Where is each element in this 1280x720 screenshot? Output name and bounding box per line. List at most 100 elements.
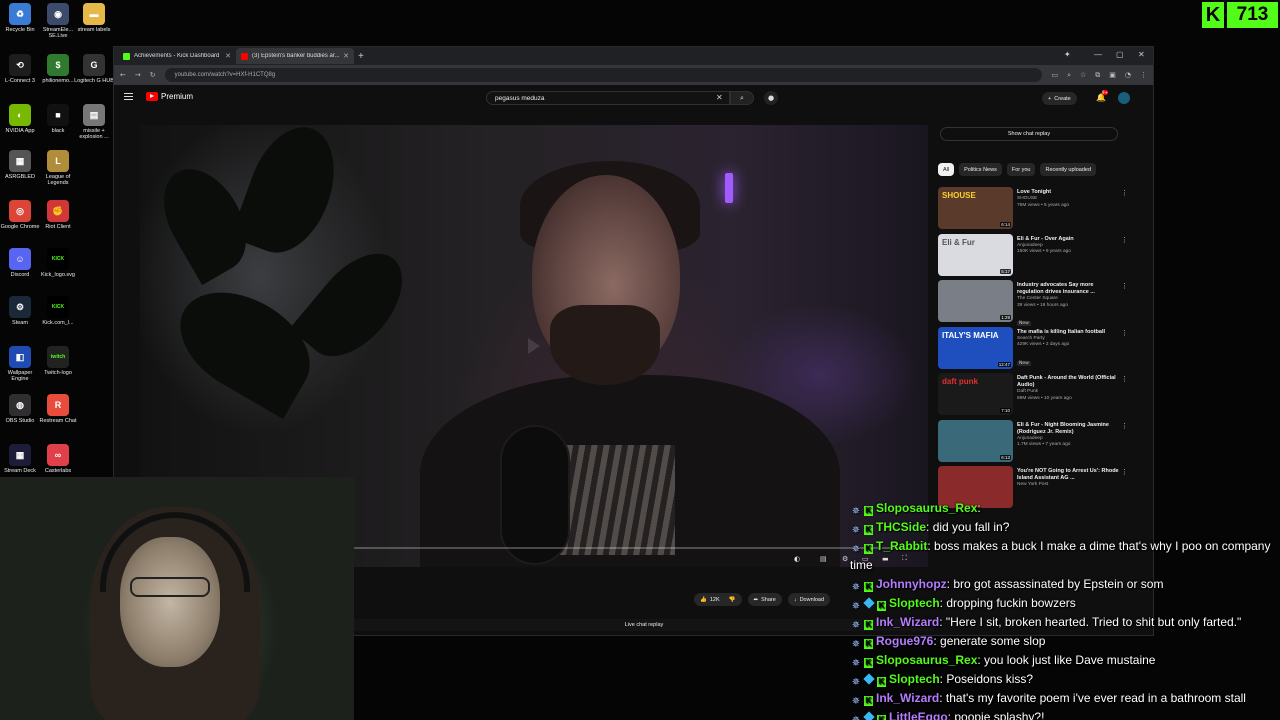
- thumbs-down-icon[interactable]: 👎: [729, 597, 736, 603]
- hamburger-menu-icon[interactable]: [124, 93, 133, 100]
- desktop-discord[interactable]: ☺ Discord: [0, 248, 40, 278]
- browser-menu-icon[interactable]: ⋮: [1140, 71, 1147, 79]
- video-thumbnail[interactable]: ITALY'S MAFIA 12:47: [938, 326, 1013, 369]
- notification-badge: 9+: [1102, 90, 1108, 95]
- plant-decoration: [289, 236, 421, 374]
- autoplay-toggle-icon[interactable]: ◐: [794, 555, 800, 563]
- search-input[interactable]: pegasus meduza: [486, 91, 730, 105]
- recommendation-item[interactable]: SHOUSE 6:14 Love Tonight SHOUSE 76M views • …: [938, 187, 1128, 234]
- close-window-icon[interactable]: ✕: [1138, 50, 1145, 59]
- video-title[interactable]: Eli & Fur - Over Again: [1017, 236, 1128, 243]
- close-tab-icon[interactable]: ✕: [343, 52, 349, 60]
- video-title[interactable]: The mafia is killing Italian football: [1017, 329, 1128, 336]
- chip-all[interactable]: All: [938, 163, 955, 176]
- desktop-nvidia[interactable]: ◐ NVIDIA App: [0, 104, 40, 134]
- thumbnail-text: daft punk: [942, 377, 978, 386]
- desktop-missile-file[interactable]: ▤ missile + explosion ...: [74, 104, 114, 140]
- desktop-streamelements[interactable]: ◉ StreamEle... SE.Live: [38, 3, 78, 39]
- recommendation-item[interactable]: ITALY'S MAFIA 12:47 The mafia is killing I…: [938, 326, 1128, 374]
- tab-youtube[interactable]: (3) Epstein's banker buddies ar... ✕: [236, 48, 354, 64]
- recommendation-item[interactable]: daft punk 7:10 Daft Punk - Around the Worl…: [938, 373, 1128, 420]
- chat-message: ✵ K THCSide: did you fall in?: [850, 518, 1280, 537]
- chip-politics-news[interactable]: Politics News: [959, 163, 1002, 176]
- desktop-wallpaper-engine[interactable]: ◧ Wallpaper Engine: [0, 346, 40, 382]
- url-field[interactable]: youtube.com/watch?v=HXf-H1CTQ8g: [164, 68, 1043, 82]
- minimize-icon[interactable]: —: [1094, 50, 1102, 59]
- desktop-league[interactable]: L League of Legends: [38, 150, 78, 186]
- tab-kick-dashboard[interactable]: Achievements - Kick Dashboard ✕: [118, 48, 236, 64]
- recommendation-item[interactable]: 1:29 Industry advocates Say more regulati…: [938, 280, 1128, 327]
- more-options-icon[interactable]: ⋮: [1121, 468, 1128, 476]
- recommendation-item[interactable]: 6:13 Eli & Fur - Night Blooming Jasmine (…: [938, 419, 1128, 467]
- new-tab-icon[interactable]: +: [358, 51, 364, 62]
- download-button[interactable]: ↓ Download: [787, 593, 831, 606]
- desktop-chrome[interactable]: ◎ Google Chrome: [0, 200, 40, 230]
- chip-recently-uploaded[interactable]: Recently uploaded: [1040, 163, 1097, 176]
- captions-icon[interactable]: ▤: [820, 555, 827, 563]
- clear-search-icon[interactable]: ✕: [716, 93, 723, 102]
- search-button[interactable]: ⌕: [730, 91, 754, 105]
- video-title[interactable]: Eli & Fur - Night Blooming Jasmine (Rodr…: [1017, 422, 1128, 436]
- close-tab-icon[interactable]: ✕: [225, 52, 231, 60]
- show-chat-replay-button[interactable]: Show chat replay: [940, 127, 1118, 141]
- video-title[interactable]: Love Tonight: [1017, 189, 1128, 196]
- back-icon[interactable]: ←: [120, 71, 126, 79]
- recommendation-item[interactable]: Eli & Fur 5:17 Eli & Fur - Over Again Anjun…: [938, 233, 1128, 281]
- like-button[interactable]: 👍 12K 👎: [694, 593, 742, 606]
- platform-badge-icon: ✵: [851, 506, 861, 517]
- play-icon[interactable]: [528, 338, 540, 354]
- maximize-icon[interactable]: ▢: [1116, 50, 1124, 59]
- more-options-icon[interactable]: ⋮: [1121, 375, 1128, 383]
- desktop-black-file[interactable]: ■ black: [38, 104, 78, 134]
- more-options-icon[interactable]: ⋮: [1121, 189, 1128, 197]
- streamelements-icon: ◉: [47, 3, 69, 25]
- desktop-app[interactable]: $ philionemo...: [38, 54, 78, 84]
- account-avatar[interactable]: [1118, 92, 1130, 104]
- desktop-icon-label: Logitech G HUB: [74, 78, 114, 84]
- video-thumbnail[interactable]: 1:29: [938, 280, 1013, 322]
- video-thumbnail[interactable]: Eli & Fur 5:17: [938, 233, 1013, 276]
- desktop-twitch-file[interactable]: twitch Twitch-logo: [38, 346, 78, 376]
- video-thumbnail[interactable]: 6:13: [938, 419, 1013, 462]
- video-title[interactable]: Daft Punk - Around the World (Official A…: [1017, 375, 1128, 389]
- youtube-logo[interactable]: Premium: [146, 92, 193, 101]
- desktop-stream-deck[interactable]: ▦ Stream Deck: [0, 444, 40, 474]
- desktop-steam[interactable]: ⚙ Steam: [0, 296, 40, 326]
- desktop-obs[interactable]: ◍ OBS Studio: [0, 394, 40, 424]
- video-thumbnail[interactable]: daft punk 7:10: [938, 373, 1013, 415]
- desktop-logitech[interactable]: G Logitech G HUB: [74, 54, 114, 84]
- live-chat-replay-bar[interactable]: Live chat replay: [354, 619, 934, 631]
- video-title[interactable]: Industry advocates Say more regulation d…: [1017, 282, 1128, 296]
- extension-icon[interactable]: ✦: [1064, 50, 1071, 59]
- more-options-icon[interactable]: ⋮: [1121, 236, 1128, 244]
- profile-icon[interactable]: ◔: [1125, 71, 1131, 79]
- settings-gear-icon[interactable]: ⚙: [842, 555, 848, 563]
- desktop-folder[interactable]: ▬ stream labels: [74, 3, 114, 33]
- cast-icon[interactable]: ▭: [1051, 71, 1058, 79]
- forward-icon[interactable]: →: [135, 71, 141, 79]
- desktop-kick-logo-file[interactable]: KICK Kick_logo.svg: [38, 248, 78, 278]
- chat-text: you look just like Dave mustaine: [984, 652, 1156, 667]
- more-options-icon[interactable]: ⋮: [1121, 282, 1128, 290]
- desktop-casterlabs[interactable]: ∞ Casterlabs: [38, 444, 78, 474]
- voice-search-button[interactable]: ●: [764, 91, 778, 105]
- more-options-icon[interactable]: ⋮: [1121, 329, 1128, 337]
- desktop-lconnect[interactable]: ⟲ L-Connect 3: [0, 54, 40, 84]
- desktop-restream[interactable]: R Restream Chat: [38, 394, 78, 424]
- desktop-riot[interactable]: ✊ Riot Client: [38, 200, 78, 230]
- more-options-icon[interactable]: ⋮: [1121, 422, 1128, 430]
- video-title[interactable]: You're NOT Going to Arrest Us': Rhode Is…: [1017, 468, 1128, 482]
- chip-for-you[interactable]: For you: [1006, 163, 1036, 176]
- create-button[interactable]: + Create: [1042, 92, 1077, 105]
- video-thumbnail[interactable]: SHOUSE 6:14: [938, 187, 1013, 229]
- desktop-kick-file[interactable]: KICK Kick.com_l...: [38, 296, 78, 326]
- desktop-recycle-bin[interactable]: ♻ Recycle Bin: [0, 3, 40, 33]
- sidebar-icon[interactable]: ▣: [1109, 71, 1116, 79]
- reload-icon[interactable]: ↻: [150, 71, 156, 79]
- share-button[interactable]: ➦ Share: [747, 593, 782, 606]
- desktop-asrgbled[interactable]: ▦ ASRGBLED: [0, 150, 40, 180]
- bookmark-star-icon[interactable]: ☆: [1080, 71, 1086, 79]
- zoom-icon[interactable]: ⌕: [1067, 71, 1071, 80]
- desktop-icon-label: Kick_logo.svg: [41, 272, 75, 278]
- extensions-icon[interactable]: ⧉: [1095, 71, 1100, 80]
